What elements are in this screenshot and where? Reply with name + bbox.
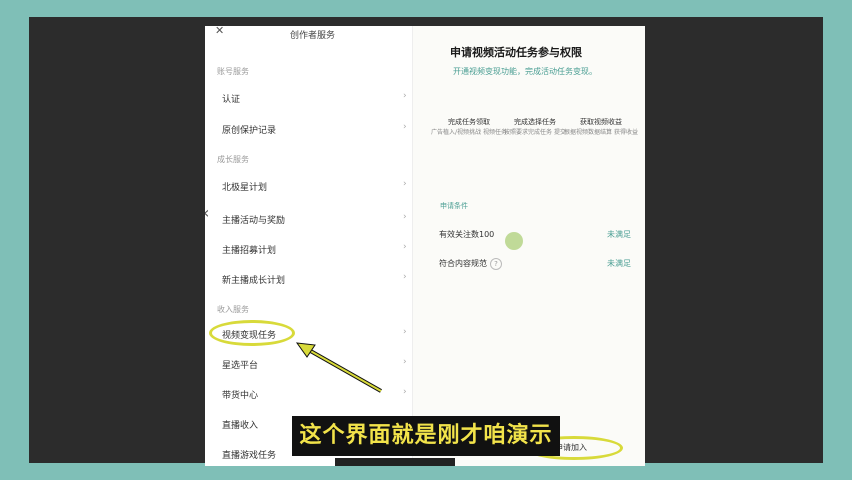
highlight-ellipse bbox=[209, 320, 295, 346]
step-title: 获取视频收益 bbox=[580, 118, 622, 126]
close-icon[interactable]: ✕ bbox=[215, 26, 224, 37]
chevron-right-icon: › bbox=[403, 212, 407, 222]
video-frame: ✕ 创作者服务 账号服务 认证 › 原创保护记录 › 成长服务 北极星计划 › … bbox=[29, 17, 823, 466]
video-overlay-bar bbox=[335, 458, 455, 466]
chevron-right-icon: › bbox=[403, 327, 407, 337]
page-title: 申请视频活动任务参与权限 bbox=[450, 46, 582, 59]
chevron-right-icon: › bbox=[403, 91, 407, 101]
requirement-name: 符合内容规范? bbox=[439, 258, 502, 270]
sidebar-item-label: 星选平台 bbox=[222, 361, 259, 371]
chevron-left-icon[interactable]: ‹ bbox=[205, 203, 209, 222]
requirement-row: 有效关注数100 未满足 bbox=[439, 229, 631, 245]
sidebar-item-original-protection[interactable]: 原创保护记录 › bbox=[205, 119, 412, 141]
sidebar-item-new-streamer-growth[interactable]: 新主播成长计划 › bbox=[205, 269, 412, 291]
subtitle-caption: 这个界面就是刚才咱演示 bbox=[292, 416, 560, 456]
sidebar-item-streamer-rewards[interactable]: 主播活动与奖励 › bbox=[205, 209, 412, 231]
sidebar-item-streamer-recruitment[interactable]: 主播招募计划 › bbox=[205, 239, 412, 261]
sidebar-item-label: 直播收入 bbox=[222, 421, 259, 431]
sidebar-item-label: 主播招募计划 bbox=[222, 246, 277, 256]
chevron-right-icon: › bbox=[403, 179, 407, 189]
sidebar-title: 创作者服务 bbox=[290, 31, 336, 41]
requirement-status: 未满足 bbox=[607, 259, 631, 268]
chevron-right-icon: › bbox=[403, 242, 407, 252]
sidebar-item-certification[interactable]: 认证 › bbox=[205, 88, 412, 110]
sidebar-item-label: 新主播成长计划 bbox=[222, 276, 286, 286]
page-subtitle: 开通视频变现功能，完成活动任务变现。 bbox=[453, 67, 597, 76]
sidebar-item-label: 北极星计划 bbox=[222, 183, 268, 193]
chevron-right-icon: › bbox=[403, 387, 407, 397]
cursor-indicator bbox=[505, 232, 523, 250]
chevron-right-icon: › bbox=[403, 357, 407, 367]
phone-screen: ✕ 创作者服务 账号服务 认证 › 原创保护记录 › 成长服务 北极星计划 › … bbox=[205, 26, 645, 466]
section-label-growth: 成长服务 bbox=[217, 155, 249, 164]
sidebar-item-label: 带货中心 bbox=[222, 391, 259, 401]
help-icon[interactable]: ? bbox=[490, 258, 502, 270]
chevron-right-icon: › bbox=[403, 272, 407, 282]
sidebar-item-label: 直播游戏任务 bbox=[222, 451, 277, 461]
annotation-arrow bbox=[295, 342, 382, 393]
chevron-right-icon: › bbox=[403, 122, 407, 132]
requirements-label: 申请条件 bbox=[440, 202, 468, 210]
sidebar-menu: ✕ 创作者服务 账号服务 认证 › 原创保护记录 › 成长服务 北极星计划 › … bbox=[205, 26, 413, 466]
requirement-row: 符合内容规范? 未满足 bbox=[439, 258, 631, 274]
requirement-name: 有效关注数100 bbox=[439, 230, 495, 239]
sidebar-item-label: 认证 bbox=[222, 95, 241, 105]
section-label-account: 账号服务 bbox=[217, 67, 249, 76]
sidebar-item-polaris-plan[interactable]: 北极星计划 › bbox=[205, 176, 412, 198]
sidebar-item-label: 主播活动与奖励 bbox=[222, 216, 286, 226]
sidebar-header: ✕ 创作者服务 bbox=[205, 26, 412, 41]
step-3: 获取视频收益 根据视频数据结算 获得收益 bbox=[561, 117, 641, 136]
sidebar-item-label: 原创保护记录 bbox=[222, 126, 277, 136]
requirement-status: 未满足 bbox=[607, 230, 631, 239]
step-desc: 根据视频数据结算 获得收益 bbox=[564, 129, 638, 136]
section-label-income: 收入服务 bbox=[217, 305, 249, 314]
